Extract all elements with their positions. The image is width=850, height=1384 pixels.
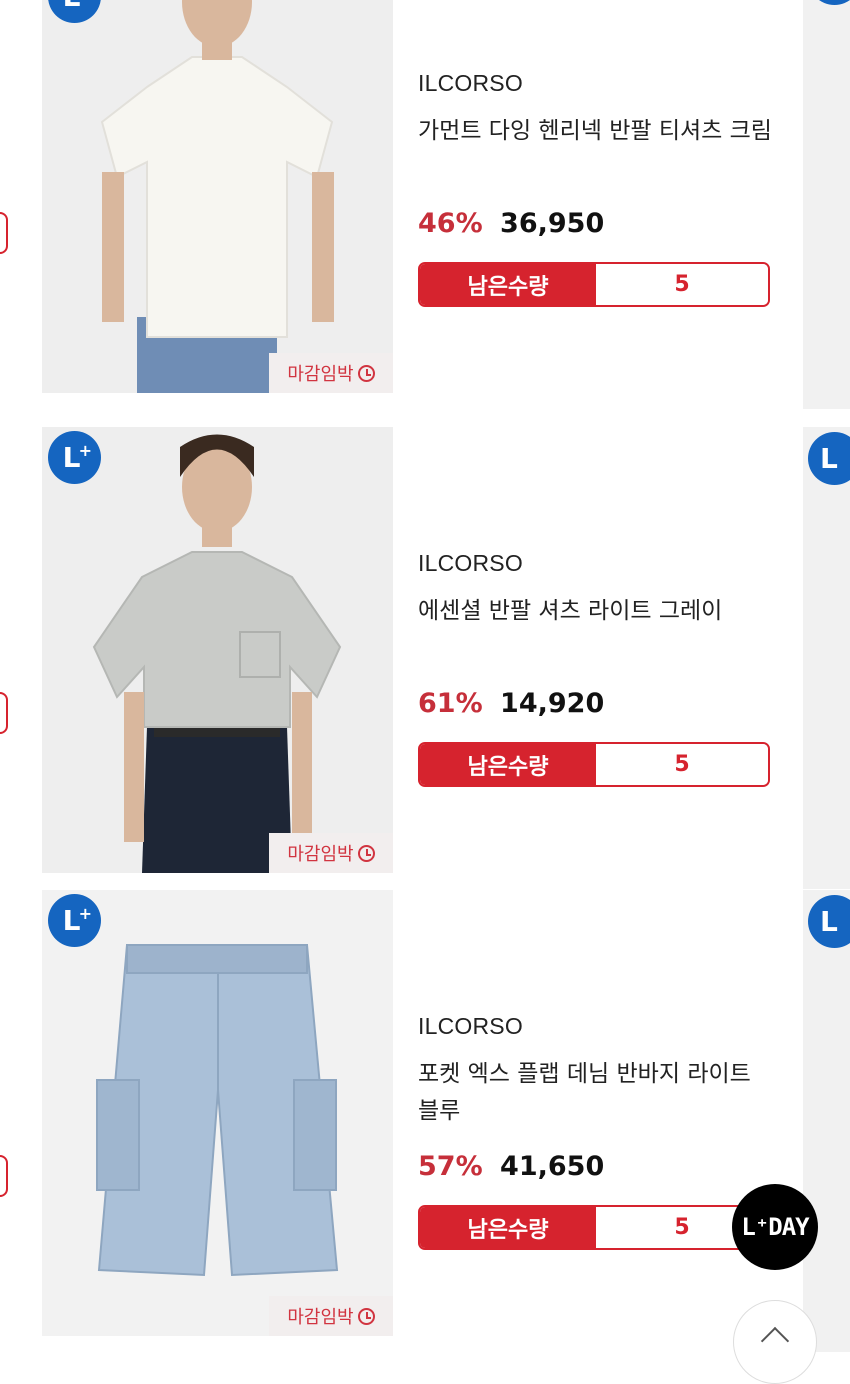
- deadline-badge: 마감임박: [269, 1296, 393, 1336]
- l-plus-icon: L+: [48, 431, 101, 484]
- sale-price: 41,650: [500, 1151, 605, 1182]
- discount-rate: 61%: [418, 688, 483, 719]
- discount-rate: 46%: [418, 208, 483, 239]
- deadline-badge: 마감임박: [269, 833, 393, 873]
- stock-label: 남은수량: [420, 1207, 596, 1248]
- product-image[interactable]: L + 마감임박: [42, 890, 393, 1336]
- product-card[interactable]: L + 마감임박 ILCORSO 에센셜 반팔 셔츠 라이트 그레이 61% 14…: [0, 427, 850, 890]
- clock-icon: [357, 364, 375, 382]
- l-plus-icon: L+: [48, 894, 101, 947]
- stock-quantity: 5: [596, 264, 768, 305]
- product-title[interactable]: 에센셜 반팔 셔츠 라이트 그레이: [418, 593, 773, 630]
- price-row: 46% 36,950: [418, 208, 604, 239]
- tshirt-image-icon: [42, 0, 393, 393]
- stock-label: 남은수량: [420, 744, 596, 785]
- discount-rate: 57%: [418, 1151, 483, 1182]
- adjacent-card-edge: L: [803, 0, 850, 409]
- shirt-image-icon: [42, 427, 393, 873]
- adjacent-card-edge: [0, 212, 8, 254]
- sale-price: 14,920: [500, 688, 605, 719]
- product-brand: ILCORSO: [418, 1013, 523, 1039]
- remaining-stock-bar: 남은수량 5: [418, 1205, 770, 1250]
- product-brand: ILCORSO: [418, 70, 523, 96]
- deadline-badge: 마감임박: [269, 353, 393, 393]
- chevron-up-icon: [760, 1326, 790, 1356]
- stock-quantity: 5: [596, 744, 768, 785]
- adjacent-card-edge: L: [803, 890, 850, 1352]
- l-plus-icon: L: [808, 0, 850, 5]
- l-plus-icon: L: [808, 432, 850, 485]
- product-image[interactable]: L + 마감임박: [42, 427, 393, 873]
- denim-shorts-image-icon: [42, 890, 393, 1336]
- adjacent-card-edge: L: [803, 427, 850, 889]
- clock-icon: [357, 844, 375, 862]
- scroll-top-button[interactable]: [733, 1300, 817, 1384]
- price-row: 61% 14,920: [418, 688, 604, 719]
- product-image[interactable]: 마감임박: [42, 0, 393, 393]
- l-plus-icon: L: [808, 895, 850, 948]
- product-title[interactable]: 포켓 엑스 플랩 데님 반바지 라이트 블루: [418, 1056, 773, 1130]
- price-row: 57% 41,650: [418, 1151, 604, 1182]
- product-card[interactable]: L + 마감임박 ILCORSO 포켓 엑스 플랩 데님 반바지 라이트 블루 5…: [0, 890, 850, 1353]
- clock-icon: [357, 1307, 375, 1325]
- stock-label: 남은수량: [420, 264, 596, 305]
- product-title[interactable]: 가먼트 다잉 헨리넥 반팔 티셔츠 크림: [418, 113, 773, 150]
- adjacent-card-edge: [0, 692, 8, 734]
- lday-button[interactable]: L⁺DAY: [732, 1184, 818, 1270]
- deadline-label: 마감임박: [287, 1307, 354, 1328]
- adjacent-card-edge: [0, 1155, 8, 1197]
- remaining-stock-bar: 남은수량 5: [418, 742, 770, 787]
- sale-price: 36,950: [500, 208, 605, 239]
- remaining-stock-bar: 남은수량 5: [418, 262, 770, 307]
- product-card[interactable]: 마감임박 ILCORSO 가먼트 다잉 헨리넥 반팔 티셔츠 크림 46% 36…: [0, 0, 850, 410]
- product-brand: ILCORSO: [418, 550, 523, 576]
- deadline-label: 마감임박: [287, 844, 354, 865]
- deadline-label: 마감임박: [287, 364, 354, 385]
